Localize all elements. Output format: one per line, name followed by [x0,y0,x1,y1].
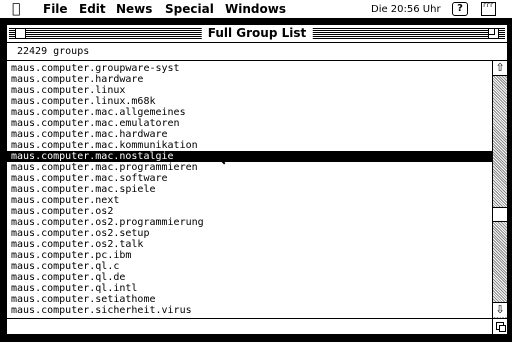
horizontal-bar [7,318,492,334]
menu-windows[interactable]: Windows [225,2,286,17]
group-list-item[interactable]: maus.computer.mac.programmieren [7,162,492,173]
group-list-item[interactable]: maus.computer.mac.emulatoren [7,118,492,129]
menu-file[interactable]: File [43,2,68,17]
menu-bar:  File Edit News Special Windows Die 20:… [0,0,512,19]
group-list-item[interactable]: maus.computer.os2 [7,206,492,217]
group-list-item[interactable]: maus.computer.mac.hardware [7,129,492,140]
window-title: Full Group List [201,26,313,41]
group-list-item[interactable]: maus.computer.next [7,195,492,206]
grow-box-icon[interactable] [492,318,507,334]
mouse-pointer-icon: ⬉ [218,154,227,170]
menu-news[interactable]: News [116,2,152,17]
menu-clock: Die 20:56 Uhr [371,4,441,15]
scroll-down-arrow-icon[interactable]: ⇩ [493,302,507,317]
group-list-item[interactable]: maus.computer.os2.talk [7,239,492,250]
vertical-scrollbar[interactable]: ⇧ ⇩ [492,61,507,318]
group-list-item[interactable]: maus.computer.mac.kommunikation [7,140,492,151]
group-list-item[interactable]: maus.computer.pc.ibm [7,250,492,261]
scroll-up-arrow-icon[interactable]: ⇧ [493,61,507,76]
group-count: 22429 groups [17,46,90,57]
group-list-item[interactable]: maus.computer.ql.intl [7,283,492,294]
help-menu-icon[interactable]: ? [452,2,468,16]
scroll-thumb[interactable] [493,207,507,222]
group-list-item[interactable]: maus.computer.setiathome [7,294,492,305]
group-list-item[interactable]: maus.computer.os2.setup [7,228,492,239]
apple-menu-icon[interactable]:  [12,2,20,17]
group-list-item[interactable]: maus.computer.mac.allgemeines [7,107,492,118]
group-list-item[interactable]: maus.computer.ql.c [7,261,492,272]
group-list-item[interactable]: maus.computer.ql.de [7,272,492,283]
list-header: 22429 groups [7,43,507,61]
group-list-item[interactable]: maus.computer.linux.m68k [7,96,492,107]
group-list-item[interactable]: maus.computer.mac.spiele [7,184,492,195]
group-list-item[interactable]: maus.computer.hardware [7,74,492,85]
zoom-box-icon[interactable] [488,28,499,39]
group-list-item[interactable]: maus.computer.linux [7,85,492,96]
group-list-item[interactable]: maus.computer.os2.programmierung [7,217,492,228]
group-list[interactable]: maus.computer.groupware-syst maus.compute… [7,62,492,316]
menu-edit[interactable]: Edit [79,2,106,17]
group-list-item[interactable]: maus.computer.mac.nostalgie [7,151,492,162]
group-list-item[interactable]: maus.computer.groupware-syst [7,63,492,74]
full-group-list-window: Full Group List 22429 groups maus.comput… [6,24,508,335]
group-list-item[interactable]: maus.computer.mac.software [7,173,492,184]
group-list-item[interactable]: maus.computer.sicherheit.virus [7,305,492,316]
application-menu-icon[interactable]: ᴦᴦᴦ [481,2,496,16]
window-title-bar[interactable]: Full Group List [7,25,507,43]
menu-special[interactable]: Special [165,2,214,17]
close-box-icon[interactable] [15,28,26,39]
